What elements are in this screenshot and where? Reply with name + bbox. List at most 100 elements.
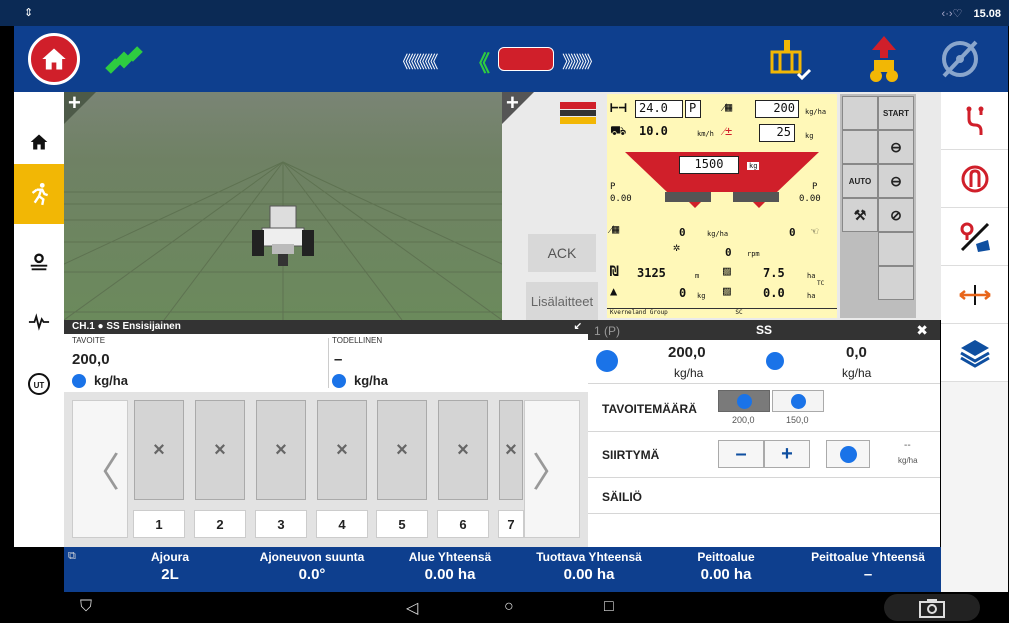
actual-unit: kg/ha — [842, 366, 872, 380]
signal-icon: ‹·›♡ — [941, 8, 963, 20]
section-7[interactable]: × — [499, 400, 523, 500]
stat-label: Tuottava Yhteensä — [536, 550, 642, 564]
area-total-value: 7.5 — [763, 266, 785, 280]
collapse-icon[interactable]: ↙ — [574, 320, 582, 334]
isobus-terminal[interactable]: ⊢⊣ 24.0 P ⁄▦ 200 kg/ha ⛟ 10.0 km/h ⁄± 25… — [607, 94, 837, 318]
section-2[interactable]: × — [195, 400, 245, 500]
sidebar-home[interactable] — [14, 112, 64, 172]
hopper-field: 1500 — [679, 156, 739, 174]
recent-apps-button[interactable]: □ — [604, 598, 614, 616]
width-icon: ⊢⊣ — [610, 100, 627, 116]
steering-disabled-icon[interactable] — [936, 34, 984, 84]
layers-button[interactable] — [941, 324, 1008, 382]
ut-icon: UT — [28, 373, 50, 395]
section-5[interactable]: × — [377, 400, 427, 500]
copy-icon[interactable]: ⧉ — [68, 550, 76, 563]
actual-value: 0,0 — [846, 344, 867, 361]
ack-button[interactable]: ACK — [528, 234, 596, 272]
section-2-number: 2 — [194, 510, 246, 538]
stat-value: 0.0° — [298, 566, 326, 583]
actual-rate-icon — [332, 374, 346, 388]
siirtyma-mode-button[interactable] — [826, 440, 870, 468]
section-4-number: 4 — [316, 510, 368, 538]
offset-button[interactable] — [941, 266, 1008, 324]
home-nav-button[interactable]: ○ — [504, 598, 514, 616]
top-bar: 《《《《《《 《 》》》》》 — [14, 26, 1008, 92]
sections-right-button[interactable]: 〉 — [524, 400, 580, 538]
sidebar-diagnostics[interactable] — [14, 292, 64, 352]
rate-step-icon: ⁄± — [723, 124, 733, 138]
sidebar-settings[interactable] — [14, 232, 64, 292]
speed-value: 10.0 — [639, 124, 668, 138]
stat-value: 0.00 ha — [424, 566, 476, 583]
sections-left-button[interactable]: 〈 — [72, 400, 128, 538]
map-boundary-button[interactable] — [941, 208, 1008, 266]
rate-panel: 200,0 kg/ha 0,0 kg/ha TAVOITEMÄÄRÄ 200,0… — [588, 340, 940, 547]
divider — [328, 338, 329, 388]
minus-softkey[interactable]: ⊖ — [878, 164, 914, 198]
bottom-stats-bar: ⧉ Ajoura 2L Ajoneuvon suunta 0.0° Alue Y… — [64, 547, 941, 592]
p-left-label: P — [610, 182, 616, 192]
section-4[interactable]: × — [317, 400, 367, 500]
guidance-lines-button[interactable] — [941, 92, 1008, 150]
section-3-number: 3 — [255, 510, 307, 538]
satellite-icon[interactable] — [104, 40, 144, 80]
section-off-softkey[interactable]: ⊖ — [878, 130, 914, 164]
home-button[interactable] — [28, 33, 80, 85]
brand-shield-icon[interactable]: ⛉ — [80, 598, 92, 616]
section-1-number: 1 — [133, 510, 185, 538]
rate-panel-header: 1 (P) SS ✖ — [588, 320, 940, 340]
section-6[interactable]: × — [438, 400, 488, 500]
add-map-widget-button[interactable]: + — [64, 92, 96, 124]
p-right-label: P — [812, 182, 818, 192]
wrench-softkey[interactable]: ⚒ — [842, 198, 878, 232]
softkey-blank-2[interactable] — [878, 266, 914, 300]
runner-icon — [31, 182, 49, 206]
distance-icon: ₪ — [610, 264, 619, 280]
stat-alue-yhteensa: Alue Yhteensä 0.00 ha — [394, 550, 506, 583]
map-3d-view[interactable]: + — [64, 92, 502, 320]
todellinen-label: TODELLINEN — [332, 336, 383, 345]
siirtyma-minus-button[interactable]: – — [718, 440, 764, 468]
system-nav-bar: ⛉ ◁ ○ □ — [0, 592, 1009, 623]
softkey-2[interactable] — [842, 130, 878, 164]
auto-softkey[interactable]: AUTO — [842, 164, 878, 198]
preset-2-button[interactable] — [772, 390, 824, 412]
tractor-lift-icon[interactable] — [860, 34, 908, 84]
weight-counter-unit: kg — [697, 292, 706, 300]
stat-value: – — [863, 566, 873, 583]
p-right-value: 0.00 — [799, 194, 821, 204]
usb-icon: ⇕ — [24, 7, 34, 19]
sidebar-ut[interactable]: UT — [14, 354, 64, 414]
implement-status-icon[interactable] — [766, 34, 814, 84]
section-6-number: 6 — [437, 510, 489, 538]
app-rate-value: 0 — [679, 226, 686, 239]
softkey-blank-1[interactable] — [878, 232, 914, 266]
headland-turn-button[interactable] — [941, 150, 1008, 208]
sidebar-run[interactable] — [14, 164, 64, 224]
channel-rates: TAVOITE 200,0 kg/ha TODELLINEN – kg/ha — [64, 334, 588, 392]
gauge-softkey[interactable]: ⊘ — [878, 198, 914, 232]
tavoitemaara-row: TAVOITEMÄÄRÄ 200,0 150,0 — [588, 384, 940, 432]
softkey-1[interactable] — [842, 96, 878, 130]
siirtyma-unit: kg/ha — [898, 456, 918, 465]
back-button[interactable]: ◁ — [406, 598, 418, 618]
rate-icon: ⁄▦ — [723, 100, 733, 114]
plus-icon: + — [68, 92, 81, 115]
add-terminal-widget-button[interactable]: + — [502, 90, 534, 124]
todellinen-unit: kg/ha — [354, 373, 388, 388]
stat-label: Peittoalue — [697, 550, 755, 564]
lisalaitteet-button[interactable]: Lisälaitteet — [526, 282, 598, 320]
stat-label: Ajoneuvon suunta — [259, 550, 365, 564]
siirtyma-label: SIIRTYMÄ — [602, 448, 660, 462]
preset-1-button[interactable] — [718, 390, 770, 412]
section-3[interactable]: × — [256, 400, 306, 500]
siirtyma-plus-button[interactable]: + — [764, 440, 810, 468]
screenshot-button[interactable] — [884, 594, 980, 621]
preset-1-icon — [737, 394, 752, 409]
settings-field-icon — [30, 253, 48, 271]
close-icon[interactable]: ✖ — [916, 322, 928, 339]
area-counter-unit: m — [695, 272, 700, 280]
section-1[interactable]: × — [134, 400, 184, 500]
start-softkey[interactable]: START — [878, 96, 914, 130]
